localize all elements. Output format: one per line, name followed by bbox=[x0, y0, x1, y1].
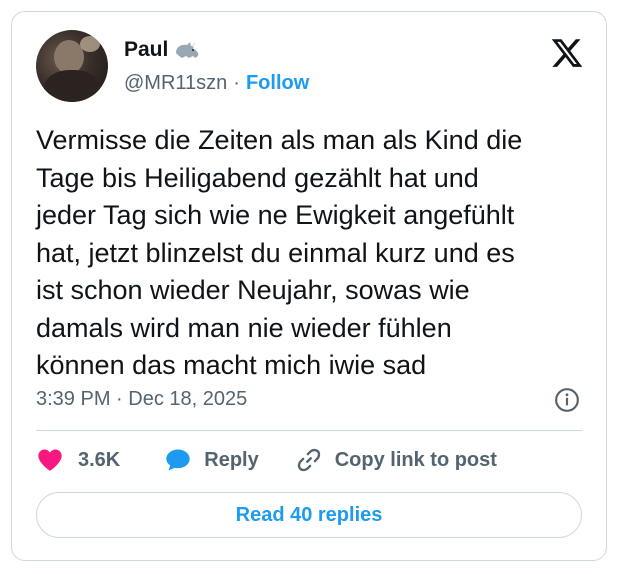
x-logo-icon[interactable] bbox=[550, 36, 584, 70]
tweet-text: Vermisse die Zeiten als man als Kind die… bbox=[36, 125, 523, 380]
speech-bubble-icon bbox=[166, 449, 190, 471]
link-icon bbox=[297, 448, 320, 472]
tweet-timestamp[interactable]: 3:39 PM · Dec 18, 2025 bbox=[36, 388, 247, 411]
author-name[interactable]: Paul bbox=[124, 38, 168, 62]
follow-button[interactable]: Follow bbox=[246, 72, 309, 95]
separator-dot: · bbox=[233, 72, 240, 94]
reply-button[interactable]: Reply bbox=[164, 446, 259, 474]
copy-link-button[interactable]: Copy link to post bbox=[295, 446, 497, 474]
author-handle[interactable]: @MR11szn bbox=[124, 72, 227, 95]
reply-label: Reply bbox=[204, 448, 259, 471]
action-bar: 3.6K Reply Copy link to post bbox=[36, 446, 497, 474]
author-name-row: Paul bbox=[124, 38, 200, 62]
author-handle-row: @MR11szn · Follow bbox=[124, 72, 309, 95]
copy-link-label: Copy link to post bbox=[334, 448, 497, 471]
like-button[interactable]: 3.6K bbox=[36, 446, 120, 474]
info-icon[interactable] bbox=[554, 387, 580, 413]
heart-icon bbox=[38, 449, 62, 471]
rhino-icon bbox=[176, 41, 199, 58]
avatar[interactable] bbox=[36, 30, 108, 102]
read-replies-button[interactable]: Read 40 replies bbox=[36, 492, 582, 538]
like-count: 3.6K bbox=[78, 448, 121, 471]
divider bbox=[36, 430, 582, 431]
tweet-card: Paul @MR11szn · Follow Vermisse die Zeit… bbox=[11, 11, 607, 561]
